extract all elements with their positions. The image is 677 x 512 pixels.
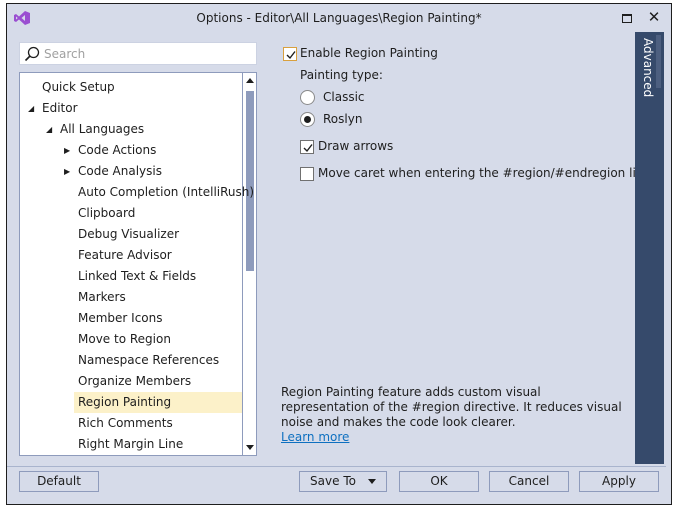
scroll-up-icon[interactable] <box>246 78 254 83</box>
tree-item[interactable]: Clipboard <box>78 203 135 224</box>
advanced-tab-label: Advanced <box>641 38 655 98</box>
tree-item[interactable]: Right Margin Line <box>78 434 183 455</box>
default-button[interactable]: Default <box>19 471 99 492</box>
painting-type-label: Painting type: <box>300 68 383 82</box>
maximize-button[interactable] <box>619 10 635 26</box>
tree-item-label: Code Actions <box>78 143 157 157</box>
tree-item[interactable]: Code Analysis <box>78 161 162 182</box>
tree-item-label: Region Painting <box>78 395 172 409</box>
tree-scrollbar[interactable] <box>242 73 256 455</box>
move-caret-label: Move caret when entering the #region/#en… <box>318 166 651 180</box>
window-title: Options - Editor\All Languages\Region Pa… <box>196 11 482 25</box>
tree-item[interactable]: Editor <box>42 98 78 119</box>
tree-item-label: Auto Completion (IntelliRush) <box>78 185 255 199</box>
description-text: Region Painting feature adds custom visu… <box>281 385 622 429</box>
collapsed-arrow-icon[interactable]: ▶ <box>64 146 70 155</box>
tree-item[interactable]: Auto Completion (IntelliRush) <box>78 182 254 203</box>
radio-roslyn[interactable] <box>300 112 315 127</box>
radio-classic[interactable] <box>300 90 315 105</box>
tree-item-label: Member Icons <box>78 311 163 325</box>
tree-item-label: Move to Region <box>78 332 171 346</box>
tree-item[interactable]: Feature Advisor <box>78 245 172 266</box>
tree-item[interactable]: Code Actions <box>78 140 156 161</box>
apply-button[interactable]: Apply <box>579 471 659 492</box>
tree-item-label: Feature Advisor <box>78 248 172 262</box>
tree-item-label: Editor <box>42 101 78 115</box>
maximize-icon <box>622 14 632 23</box>
tree-item[interactable]: Markers <box>78 287 126 308</box>
tree-item-label: Linked Text & Fields <box>78 269 197 283</box>
collapsed-arrow-icon[interactable]: ▶ <box>64 167 70 176</box>
advanced-tab-accent <box>656 35 661 88</box>
scroll-thumb[interactable] <box>246 91 254 271</box>
tree-item-label: Debug Visualizer <box>78 227 180 241</box>
expanded-arrow-icon[interactable]: ◢ <box>46 125 52 134</box>
tree-item-label: Organize Members <box>78 374 192 388</box>
tree-item-label: Namespace References <box>78 353 220 367</box>
close-icon: ✕ <box>647 8 661 26</box>
advanced-tab[interactable]: Advanced <box>635 32 664 464</box>
cancel-button[interactable]: Cancel <box>489 471 569 492</box>
tree-item[interactable]: Linked Text & Fields <box>78 266 196 287</box>
options-dialog: Options - Editor\All Languages\Region Pa… <box>6 3 672 505</box>
draw-arrows-checkbox[interactable] <box>300 140 314 154</box>
tree-item[interactable]: All Languages <box>60 119 144 140</box>
tree-item[interactable]: Debug Visualizer <box>78 224 179 245</box>
enable-region-painting-label: Enable Region Painting <box>300 46 438 60</box>
feature-description: Region Painting feature adds custom visu… <box>281 385 629 445</box>
tree-item[interactable]: Quick Setup <box>42 77 115 98</box>
ok-button[interactable]: OK <box>399 471 479 492</box>
tree-item-label: All Languages <box>60 122 145 136</box>
scroll-down-icon[interactable] <box>246 445 254 450</box>
tree-item-label: Markers <box>78 290 126 304</box>
close-button[interactable]: ✕ <box>645 8 663 26</box>
save-to-label: Save To <box>310 474 356 488</box>
radio-classic-label[interactable]: Classic <box>323 90 365 104</box>
tree-item[interactable]: Member Icons <box>78 308 163 329</box>
title-bar: Options - Editor\All Languages\Region Pa… <box>7 4 671 32</box>
tree-item-label: Quick Setup <box>42 80 115 94</box>
save-to-button[interactable]: Save To <box>299 471 387 492</box>
footer-divider <box>7 466 666 467</box>
draw-arrows-label: Draw arrows <box>318 139 394 153</box>
tree-item[interactable]: Namespace References <box>78 350 219 371</box>
tree-item-label: Rich Comments <box>78 416 173 430</box>
tree-item-label: Code Analysis <box>78 164 162 178</box>
move-caret-checkbox[interactable] <box>300 167 314 181</box>
tree-item[interactable]: Move to Region <box>78 329 171 350</box>
tree-item-label: Right Margin Line <box>78 437 184 451</box>
tree-item-label: Clipboard <box>78 206 136 220</box>
search-icon <box>24 46 40 62</box>
tree-item[interactable]: Region Painting <box>74 392 242 413</box>
radio-roslyn-label[interactable]: Roslyn <box>323 112 362 126</box>
search-box[interactable] <box>19 42 257 65</box>
expanded-arrow-icon[interactable]: ◢ <box>28 104 34 113</box>
dropdown-arrow-icon <box>367 479 376 484</box>
learn-more-link[interactable]: Learn more <box>281 430 349 444</box>
options-tree[interactable]: Quick Setup Editor ◢ All Languages ◢ Code Act… <box>19 72 257 456</box>
enable-region-painting-checkbox[interactable] <box>283 47 297 61</box>
tree-item[interactable]: Organize Members <box>78 371 191 392</box>
tree-item[interactable]: Rich Comments <box>78 413 173 434</box>
search-input[interactable] <box>44 45 249 62</box>
